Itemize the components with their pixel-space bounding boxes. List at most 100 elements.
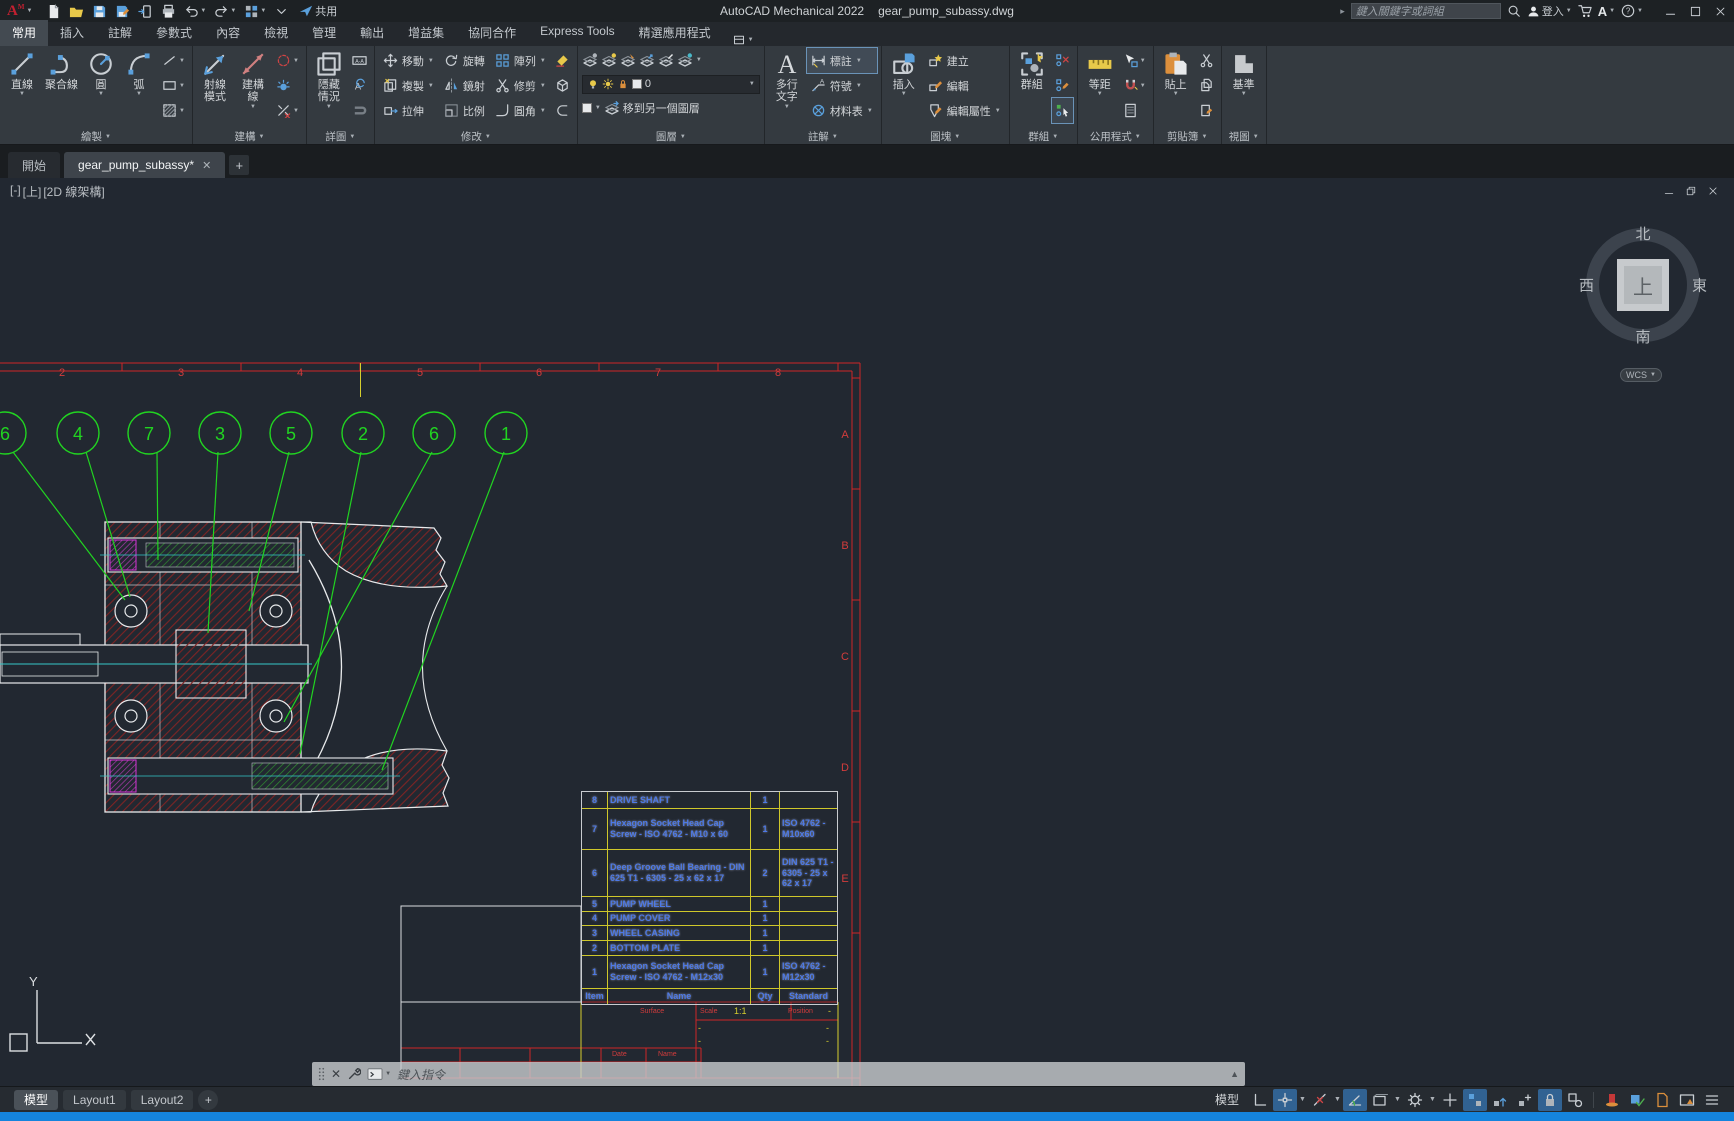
sun-icon[interactable]	[602, 78, 614, 90]
ribbon-tab-管理[interactable]: 管理	[300, 20, 348, 46]
panel-label-繪製[interactable]: 繪製▼	[2, 129, 190, 144]
panel-label-視圖[interactable]: 視圖▼	[1224, 129, 1264, 144]
save-as-button[interactable]	[111, 1, 134, 21]
dimension-button[interactable]: 標註▼	[807, 48, 877, 73]
workspace-status-toggle[interactable]	[1625, 1089, 1649, 1111]
annotation-monitor-toggle[interactable]	[1650, 1089, 1674, 1111]
file-tab-start[interactable]: 開始	[8, 152, 60, 178]
autodesk-app-icon[interactable]: A▼	[1598, 4, 1615, 19]
panel-label-圖層[interactable]: 圖層▼	[580, 129, 762, 144]
copy-with-base-point-button[interactable]	[1196, 98, 1217, 123]
trim-button[interactable]: 修剪▼	[491, 73, 550, 98]
workspace-switch-button[interactable]: ▼	[240, 1, 270, 21]
wcs-badge[interactable]: WCS▼	[1620, 368, 1662, 382]
store-cart-icon[interactable]	[1578, 4, 1592, 18]
circle-button[interactable]: 圓▼	[83, 48, 119, 98]
dynamic-input-toggle[interactable]	[1273, 1089, 1297, 1111]
layout-tab-模型[interactable]: 模型	[14, 1090, 58, 1110]
layer-tool-3-button[interactable]	[620, 52, 636, 68]
window-close-button[interactable]	[1715, 6, 1726, 17]
stretch-button[interactable]: 拉伸	[379, 98, 438, 123]
layer-tool-2-button[interactable]	[601, 52, 617, 68]
ribbon-tab-參數式[interactable]: 參數式	[144, 20, 204, 46]
viewport-view-control[interactable]: [上]	[23, 183, 42, 200]
move-to-layer-label[interactable]: 移到另一個圖層	[623, 100, 700, 116]
autocad-logo-icon[interactable]: AM	[0, 3, 26, 20]
polar-tracking-flyout[interactable]: ▼	[1393, 1096, 1402, 1103]
isodraft-toggle[interactable]	[1403, 1089, 1427, 1111]
object-snap-tracking-toggle[interactable]	[1488, 1089, 1512, 1111]
mirror-button[interactable]: 鏡射	[440, 73, 489, 98]
panel-label-註解[interactable]: 註解▼	[767, 129, 879, 144]
viewcube-south[interactable]: 南	[1635, 326, 1650, 347]
cut-clip-button[interactable]	[1196, 48, 1217, 73]
ray-mode-button[interactable]: 射線模式	[197, 48, 233, 104]
new-drawing-button[interactable]	[42, 1, 65, 21]
customization-menu-toggle[interactable]	[1700, 1089, 1724, 1111]
signin-button[interactable]: 登入 ▼	[1527, 3, 1572, 19]
polyline-button[interactable]: 聚合線	[42, 48, 81, 91]
command-grip-icon[interactable]	[318, 1066, 325, 1082]
hatch-button[interactable]: ▼	[159, 98, 188, 123]
snap-overrides-toggle[interactable]	[1513, 1089, 1537, 1111]
line-button[interactable]: 直線▼	[4, 48, 40, 98]
panel-label-建構[interactable]: 建構▼	[195, 129, 304, 144]
draw-more-button[interactable]: ▼	[159, 48, 188, 73]
ribbon-tab-協同合作[interactable]: 協同合作	[456, 20, 528, 46]
command-history-toggle[interactable]: ▲	[1230, 1069, 1239, 1079]
quick-calc-button[interactable]	[1120, 98, 1149, 123]
status-model-button[interactable]: 模型	[1215, 1091, 1239, 1108]
layer-tool-4-button[interactable]	[639, 52, 655, 68]
ribbon-tab-Express Tools[interactable]: Express Tools	[528, 20, 626, 46]
ribbon-tab-增益集[interactable]: 增益集	[396, 20, 456, 46]
ortho-mode-toggle[interactable]	[1343, 1089, 1367, 1111]
viewport-menu[interactable]: [-]	[10, 183, 21, 200]
array-button[interactable]: 陣列▼	[491, 48, 550, 73]
doc-minimize-button[interactable]	[1664, 186, 1674, 196]
edit-block-button[interactable]: 編輯	[924, 73, 1005, 98]
isolate-objects-toggle[interactable]	[1563, 1089, 1587, 1111]
join-button[interactable]	[552, 98, 573, 123]
doc-restore-button[interactable]	[1686, 186, 1696, 196]
arc-button[interactable]: 弧▼	[121, 48, 157, 98]
layer-tool-6-button[interactable]	[677, 52, 693, 68]
new-file-tab-button[interactable]: +	[229, 155, 249, 175]
layout-tab-Layout1[interactable]: Layout1	[63, 1090, 126, 1110]
viewcube-top-face[interactable]: 上	[1617, 259, 1669, 311]
fillet-button[interactable]: 圓角▼	[491, 98, 550, 123]
group-edit-button[interactable]	[1052, 73, 1073, 98]
section-view-button[interactable]: A-A	[349, 48, 370, 73]
command-line[interactable]: ✕ ▼ 鍵入指令 ▲	[312, 1062, 1245, 1086]
ungroup-button[interactable]	[1052, 48, 1073, 73]
group-selection-button[interactable]	[1052, 98, 1073, 123]
isodraft-flyout[interactable]: ▼	[1428, 1096, 1437, 1103]
viewcube[interactable]: 北 南 西 東 上	[1585, 227, 1701, 343]
point-filters-button[interactable]: ▼	[1120, 73, 1149, 98]
file-tab-document[interactable]: gear_pump_subassy* ✕	[64, 152, 225, 178]
viewport-visual-style[interactable]: [2D 線架構]	[43, 183, 104, 200]
scale-button[interactable]: 比例	[440, 98, 489, 123]
rotate-button[interactable]: 旋轉	[440, 48, 489, 73]
explode-button[interactable]	[552, 73, 573, 98]
layer-dropdown[interactable]: 0 ▼	[582, 75, 760, 94]
search-icon[interactable]	[1507, 4, 1521, 18]
construction-point-button[interactable]	[273, 73, 302, 98]
layer-quick-swatch[interactable]	[582, 103, 592, 113]
snap-mode-flyout[interactable]: ▼	[1333, 1096, 1342, 1103]
layout-tab-Layout2[interactable]: Layout2	[131, 1090, 194, 1110]
symbol-button[interactable]: A符號▼	[807, 73, 877, 98]
panel-label-群組[interactable]: 群組▼	[1012, 129, 1075, 144]
parts-list-button[interactable]: 材料表▼	[807, 98, 877, 123]
ribbon-tab-檢視[interactable]: 檢視	[252, 20, 300, 46]
quick-select-button[interactable]: ▼	[1120, 48, 1149, 73]
ribbon-tab-註解[interactable]: 註解	[96, 20, 144, 46]
erase-button[interactable]	[552, 48, 573, 73]
measure-button[interactable]: 等距▼	[1082, 48, 1118, 98]
lock-icon[interactable]	[617, 78, 629, 90]
bulb-icon[interactable]	[587, 78, 599, 90]
layer-tool-5-button[interactable]	[658, 52, 674, 68]
ribbon-tab-常用[interactable]: 常用	[0, 20, 48, 46]
hide-situation-button[interactable]: 隱藏情況▼	[311, 48, 347, 110]
window-maximize-button[interactable]	[1690, 6, 1701, 17]
group-button[interactable]: 群組	[1014, 48, 1050, 91]
